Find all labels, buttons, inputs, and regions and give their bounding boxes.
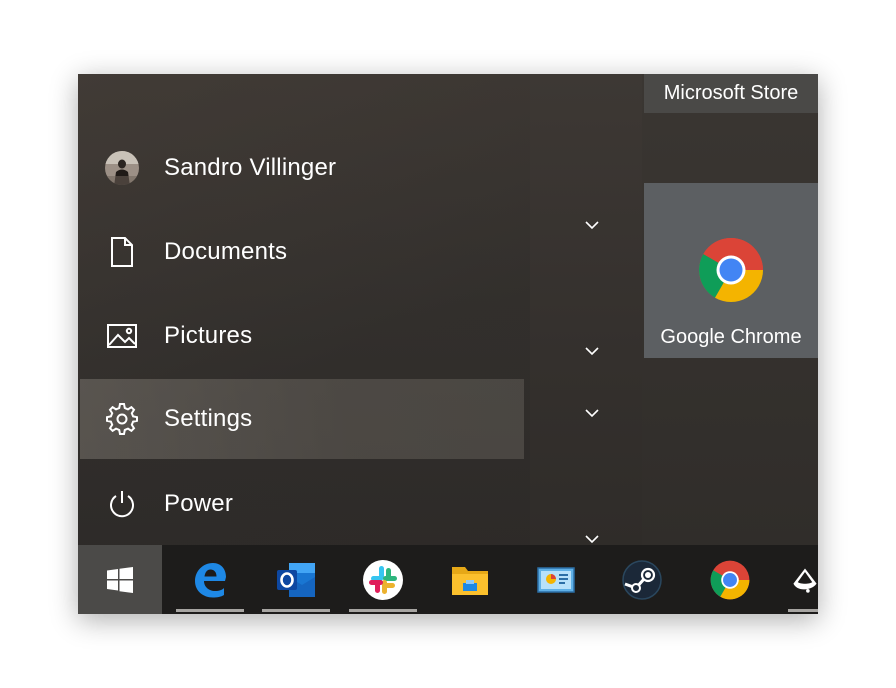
user-account-item[interactable]: Sandro Villinger — [80, 128, 524, 208]
taskbar-app-file-explorer[interactable] — [434, 545, 506, 614]
running-indicator — [788, 609, 818, 612]
taskbar-app-slack[interactable] — [347, 545, 419, 614]
chrome-icon — [699, 238, 763, 302]
start-button[interactable] — [78, 545, 162, 614]
taskbar-app-inkscape[interactable] — [782, 545, 818, 614]
chrome-icon — [710, 560, 750, 599]
menu-item-label: Power — [164, 490, 234, 517]
running-indicator — [176, 609, 244, 612]
tile-label: Google Chrome — [660, 326, 802, 348]
user-name: Sandro Villinger — [164, 154, 337, 181]
start-menu-window: Sandro Villinger Documents Pictures Sett… — [78, 74, 818, 614]
taskbar-app-steam[interactable] — [606, 545, 678, 614]
file-explorer-icon — [452, 566, 488, 595]
chevron-down-icon[interactable] — [584, 220, 600, 230]
menu-item-label: Settings — [164, 405, 253, 432]
avatar — [104, 150, 140, 186]
chevron-down-icon[interactable] — [584, 408, 600, 418]
menu-item-label: Documents — [164, 238, 288, 265]
steam-icon — [622, 559, 662, 600]
chevron-down-icon[interactable] — [584, 346, 600, 356]
taskbar-app-chrome[interactable] — [694, 545, 766, 614]
google-chrome-tile[interactable]: Google Chrome — [644, 183, 818, 358]
taskbar — [78, 545, 818, 614]
edge-icon — [195, 562, 226, 597]
power-icon — [104, 486, 140, 522]
taskbar-app-edge[interactable] — [174, 545, 246, 614]
outlook-icon — [277, 562, 315, 597]
document-icon — [104, 234, 140, 270]
menu-item-settings[interactable]: Settings — [80, 379, 524, 459]
control-panel-icon — [537, 566, 575, 593]
menu-item-label: Pictures — [164, 322, 253, 349]
app-list-column — [530, 74, 642, 546]
menu-item-documents[interactable]: Documents — [80, 212, 524, 292]
microsoft-store-tile[interactable]: Microsoft Store — [644, 74, 818, 113]
taskbar-app-control-panel[interactable] — [520, 545, 592, 614]
running-indicator — [262, 609, 330, 612]
tile-label: Microsoft Store — [663, 82, 799, 104]
windows-logo-icon — [107, 566, 133, 593]
menu-item-pictures[interactable]: Pictures — [80, 296, 524, 376]
pictures-icon — [104, 318, 140, 354]
taskbar-app-outlook[interactable] — [260, 545, 332, 614]
running-indicator — [349, 609, 417, 612]
menu-item-power[interactable]: Power — [80, 464, 524, 544]
chevron-down-icon[interactable] — [584, 534, 600, 544]
slack-icon — [363, 559, 403, 600]
gear-icon — [104, 401, 140, 437]
inkscape-icon — [793, 567, 817, 593]
